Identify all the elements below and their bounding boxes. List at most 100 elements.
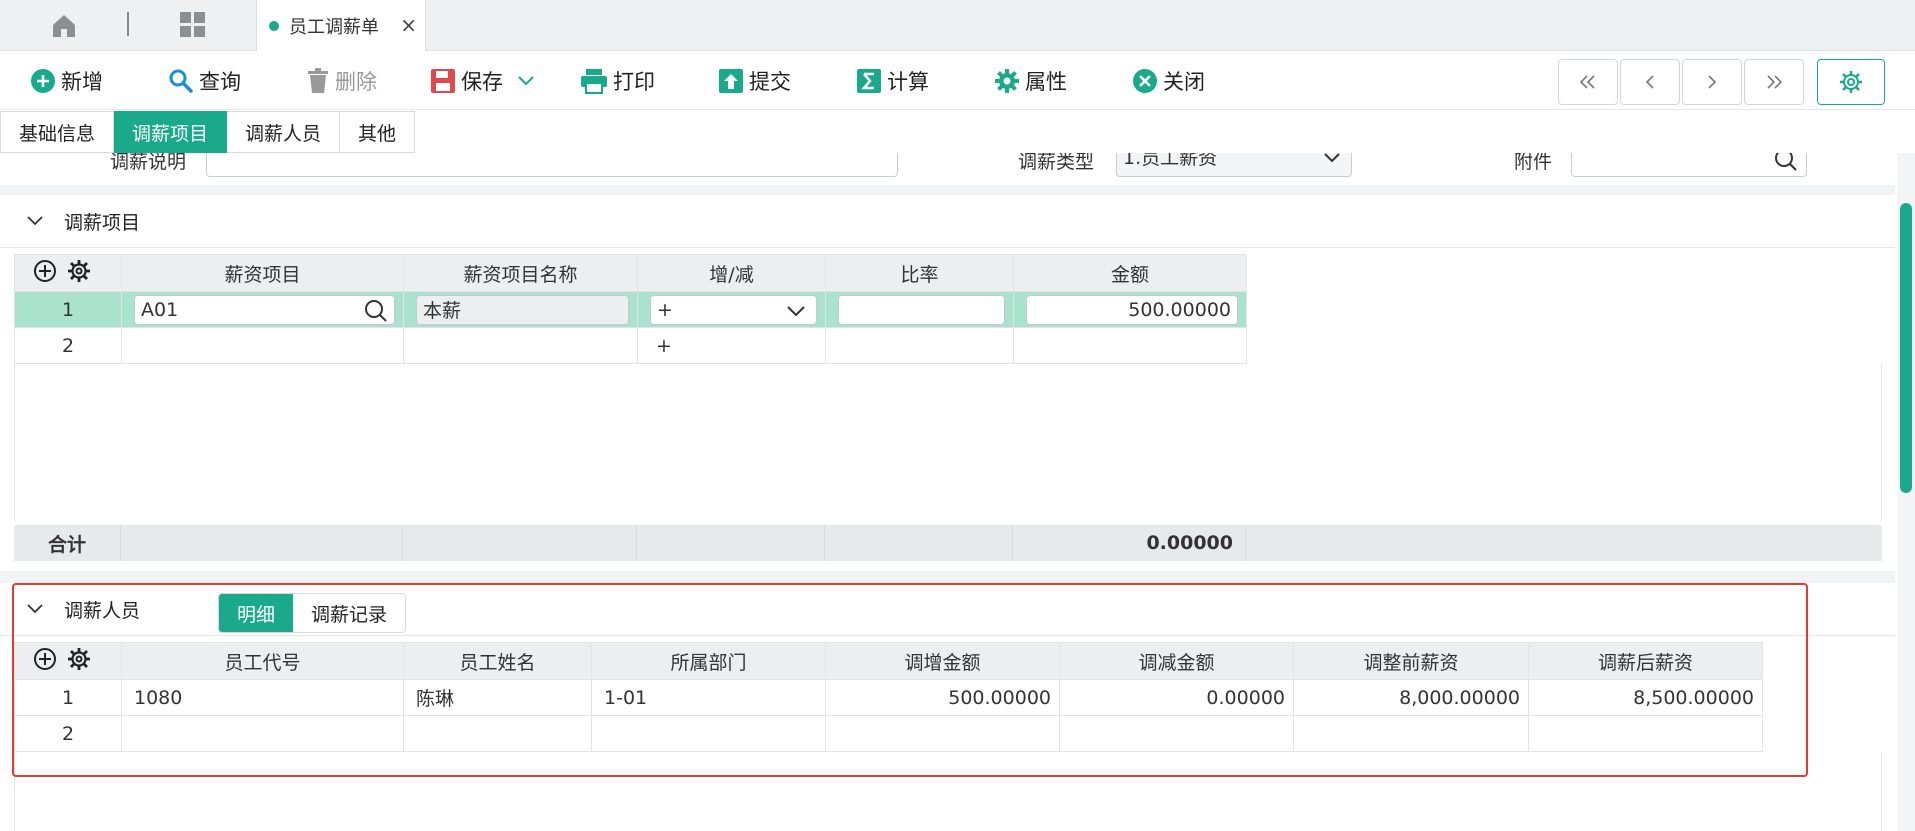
previous-record-button[interactable] — [1620, 59, 1680, 105]
staff-subtabs: 明细 调薪记录 — [218, 593, 407, 633]
query-button[interactable]: 查询 — [168, 65, 241, 97]
subtab-adjust-history[interactable]: 调薪记录 — [293, 594, 406, 632]
tab-label: 员工调薪单 — [289, 16, 379, 38]
sign-select[interactable]: + — [650, 294, 817, 325]
salary-item-input[interactable]: A01 — [134, 294, 395, 325]
chevron-right-icon — [1708, 75, 1717, 89]
first-record-button[interactable] — [1558, 59, 1618, 105]
attachment-input[interactable] — [1571, 153, 1807, 177]
employee-code-cell[interactable] — [121, 715, 404, 752]
tab-basic-info[interactable]: 基础信息 — [0, 111, 115, 153]
sign-cell[interactable]: + — [637, 291, 826, 328]
vertical-scrollbar[interactable] — [1897, 153, 1915, 831]
chevron-left-icon — [1645, 75, 1654, 89]
last-record-button[interactable] — [1744, 59, 1804, 105]
collapse-chevron-icon[interactable] — [26, 215, 44, 227]
settings-gear-icon — [1840, 71, 1862, 93]
salary-before-cell[interactable]: 8,000.00000 — [1293, 679, 1529, 716]
col-decrease-amount[interactable]: 调减金额 — [1059, 642, 1294, 680]
tab-salary-staff[interactable]: 调薪人员 — [227, 111, 341, 153]
employee-code-cell[interactable]: 1080 — [121, 679, 404, 716]
salary-items-grid-empty-area — [14, 364, 1882, 521]
printer-icon — [581, 69, 607, 94]
upload-arrow-icon — [719, 69, 743, 93]
decrease-amount-cell[interactable]: 0.00000 — [1059, 679, 1294, 716]
scrollbar-thumb[interactable] — [1900, 203, 1912, 493]
salary-after-cell[interactable] — [1528, 715, 1763, 752]
salary-items-header[interactable]: 调薪项目 — [0, 195, 1895, 248]
home-icon[interactable] — [50, 12, 78, 40]
chevron-down-icon[interactable] — [517, 75, 535, 87]
increase-amount-cell[interactable]: 500.00000 — [825, 679, 1060, 716]
properties-button[interactable]: 属性 — [994, 65, 1067, 97]
col-salary-item[interactable]: 薪资项目 — [121, 254, 404, 292]
add-row-icon[interactable] — [33, 259, 57, 283]
salary-after-cell[interactable]: 8,500.00000 — [1528, 679, 1763, 716]
col-increase-amount[interactable]: 调增金额 — [825, 642, 1060, 680]
table-row[interactable]: 1 1080 陈琳 1-01 500.00000 0.00000 8,000.0… — [14, 679, 1763, 716]
rate-cell[interactable] — [825, 327, 1014, 364]
table-row[interactable]: 2 — [14, 715, 1763, 752]
department-cell[interactable]: 1-01 — [591, 679, 826, 716]
collapse-chevron-icon[interactable] — [26, 603, 44, 615]
amount-cell[interactable]: 500.00000 — [1013, 291, 1247, 328]
delete-label: 删除 — [335, 70, 377, 94]
rate-input[interactable] — [838, 294, 1005, 325]
settings-button[interactable] — [1817, 59, 1885, 105]
row-number: 2 — [14, 715, 122, 752]
delete-button[interactable]: 删除 — [306, 65, 377, 97]
salary-staff-title: 调薪人员 — [64, 599, 141, 622]
type-label: 调薪类型 — [1018, 153, 1095, 173]
rate-cell[interactable] — [825, 291, 1014, 328]
salary-before-cell[interactable] — [1293, 715, 1529, 752]
column-settings-gear-icon[interactable] — [67, 647, 91, 671]
close-tab-icon[interactable]: × — [400, 13, 417, 37]
table-row[interactable]: 2 + — [14, 327, 1247, 364]
tab-salary-items[interactable]: 调薪项目 — [114, 111, 228, 153]
department-cell[interactable] — [591, 715, 826, 752]
amount-cell[interactable] — [1013, 327, 1247, 364]
apps-grid-icon[interactable] — [178, 10, 208, 40]
employee-name-cell[interactable]: 陈琳 — [403, 679, 592, 716]
decrease-amount-cell[interactable] — [1059, 715, 1294, 752]
next-record-button[interactable] — [1682, 59, 1742, 105]
col-sign[interactable]: 增/减 — [637, 254, 826, 292]
col-salary-after[interactable]: 调薪后薪资 — [1528, 642, 1763, 680]
increase-amount-cell[interactable] — [825, 715, 1060, 752]
type-select[interactable]: 1.员工薪资 — [1116, 153, 1352, 177]
save-button[interactable]: 保存 — [430, 65, 540, 97]
salary-item-name-cell — [403, 327, 638, 364]
employee-name-cell[interactable] — [403, 715, 592, 752]
tab-salary-adjustment[interactable]: 员工调薪单 × — [256, 0, 426, 51]
close-label: 关闭 — [1163, 70, 1205, 94]
salary-item-cell[interactable] — [121, 327, 404, 364]
amount-input[interactable]: 500.00000 — [1026, 294, 1238, 325]
desc-input[interactable] — [206, 153, 898, 177]
calculate-button[interactable]: 计算 — [856, 65, 929, 97]
sigma-icon — [857, 69, 881, 93]
col-employee-name[interactable]: 员工姓名 — [403, 642, 592, 680]
col-salary-item-name[interactable]: 薪资项目名称 — [403, 254, 638, 292]
search-icon[interactable] — [364, 299, 388, 323]
col-department[interactable]: 所属部门 — [591, 642, 826, 680]
desc-label: 调薪说明 — [110, 153, 187, 173]
salary-item-cell[interactable]: A01 — [121, 291, 404, 328]
salary-staff-grid-empty-area — [14, 753, 1882, 831]
col-salary-before[interactable]: 调整前薪资 — [1293, 642, 1529, 680]
tab-other[interactable]: 其他 — [340, 111, 416, 153]
sign-cell[interactable]: + — [637, 327, 826, 364]
salary-item-name-cell: 本薪 — [403, 291, 638, 328]
col-employee-code[interactable]: 员工代号 — [121, 642, 404, 680]
print-button[interactable]: 打印 — [580, 65, 655, 97]
basic-info-form-row: 调薪说明 调薪类型 1.员工薪资 附件 — [0, 153, 1895, 185]
col-amount[interactable]: 金额 — [1013, 254, 1247, 292]
subtab-detail[interactable]: 明细 — [219, 594, 294, 632]
submit-button[interactable]: 提交 — [718, 65, 791, 97]
add-button[interactable]: 新增 — [30, 65, 103, 97]
add-row-icon[interactable] — [33, 647, 57, 671]
close-button[interactable]: 关闭 — [1132, 65, 1205, 97]
table-row[interactable]: 1 A01 本薪 + 500.00000 — [14, 291, 1247, 328]
plus-circle-icon — [31, 69, 55, 93]
col-rate[interactable]: 比率 — [825, 254, 1014, 292]
column-settings-gear-icon[interactable] — [67, 259, 91, 283]
